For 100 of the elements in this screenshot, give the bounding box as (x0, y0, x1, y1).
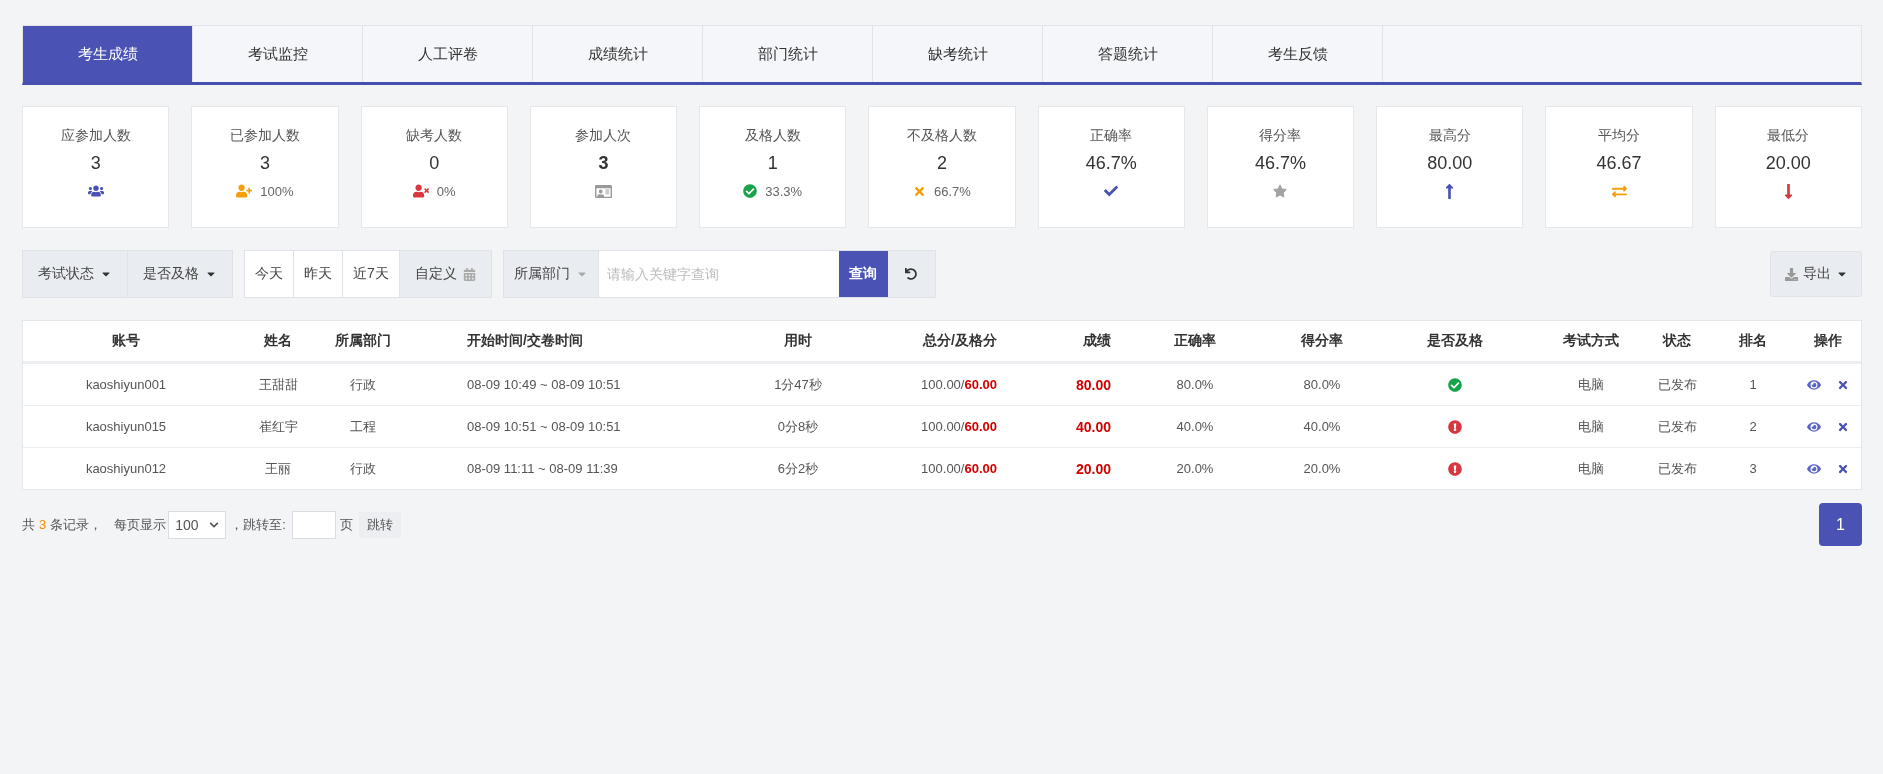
filter-dropdown[interactable]: 考试状态 (23, 251, 128, 297)
table-cell-text: 已发布 (1656, 459, 1698, 478)
chevron-icon (209, 519, 220, 530)
column-header: 是否及格 (1426, 331, 1484, 350)
stat-label: 及格人数 (744, 127, 801, 145)
table-cell-text: 6分2秒 (776, 459, 820, 478)
table-cell-text: 王丽 (264, 459, 292, 478)
user-plus-icon (236, 183, 253, 199)
table-cell-text: kaoshiyun012 (84, 460, 168, 478)
column-header: 账号 (111, 331, 141, 350)
tab[interactable]: 考试监控 (193, 26, 363, 82)
table-cell-text: 已发布 (1656, 375, 1698, 394)
stat-label: 不及格人数 (906, 127, 977, 145)
record-count: 3 (39, 517, 47, 532)
table-cell-text: 工程 (349, 417, 377, 436)
delete-icon[interactable] (1837, 420, 1849, 433)
tab[interactable]: 答题统计 (1043, 26, 1213, 82)
table-cell-text: 80.0% (1302, 376, 1342, 394)
page-button[interactable]: 1 (1819, 503, 1862, 546)
page-size-select[interactable]: 100 (168, 510, 227, 539)
table-cell-text: 电脑 (1577, 417, 1605, 436)
cross-icon (913, 184, 926, 198)
table-cell-text: 0分8秒 (776, 417, 820, 436)
stat-label: 最低分 (1767, 127, 1810, 145)
date-button[interactable]: 近7天 (343, 251, 400, 297)
column-header: 总分/及格分 (921, 331, 998, 350)
custom-date-button[interactable]: 自定义 (399, 251, 491, 297)
stat-label: 最高分 (1428, 127, 1471, 145)
table-cell-text: 1 (1748, 376, 1758, 394)
table-cell-text: 已发布 (1656, 417, 1698, 436)
stat-value: 46.7% (1085, 153, 1137, 174)
column-header: 得分率 (1300, 331, 1344, 350)
table-cell-text: 崔红宇 (257, 417, 299, 436)
jump-button[interactable]: 跳转 (358, 511, 401, 538)
export-button[interactable]: 导出 (1770, 251, 1862, 297)
table-cell-text: 08-09 10:51 ~ 08-09 10:51 (466, 418, 622, 436)
footer-text: 条记录， (50, 515, 103, 534)
stat-value: 20.00 (1765, 153, 1811, 174)
stat-label: 平均分 (1598, 127, 1640, 145)
column-header: 用时 (783, 331, 813, 350)
tab[interactable]: 部门统计 (703, 26, 873, 82)
table-cell-text: 电脑 (1577, 375, 1605, 394)
group-icon (87, 183, 104, 199)
tab[interactable]: 人工评卷 (363, 26, 533, 82)
table-cell-text: 08-09 10:49 ~ 08-09 10:51 (466, 376, 622, 394)
table-cell-text: 20.0% (1175, 460, 1215, 478)
table-cell-text: 2 (1748, 418, 1758, 436)
stat-value: 3 (90, 153, 101, 174)
stat-percent: 33.3% (765, 183, 803, 199)
column-header: 考试方式 (1562, 331, 1620, 350)
date-button[interactable]: 昨天 (294, 251, 343, 297)
page-input[interactable] (291, 510, 336, 539)
table-cell-text: 行政 (349, 459, 377, 478)
stat-value: 46.7% (1254, 153, 1306, 174)
table-cell-text: 3 (1748, 460, 1758, 478)
table-cell-text: 1分47秒 (773, 375, 823, 394)
table-cell-text: 08-09 11:11 ~ 08-09 11:39 (466, 460, 619, 478)
view-icon[interactable] (1807, 377, 1821, 392)
column-header: 姓名 (263, 331, 293, 350)
stat-value: 1 (767, 153, 778, 174)
column-header: 正确率 (1173, 331, 1217, 350)
table-cell-text: 行政 (349, 375, 377, 394)
footer-text: 每页显示 (114, 515, 167, 534)
tab[interactable]: 缺考统计 (873, 26, 1043, 82)
table-cell-text: 电脑 (1577, 459, 1605, 478)
column-header: 成绩 (1082, 331, 1112, 350)
stat-label: 已参加人数 (229, 127, 300, 145)
table-cell-text: 20.0% (1302, 460, 1342, 478)
stat-value: 3 (259, 153, 270, 174)
column-header: 所属部门 (334, 331, 392, 350)
stat-value: 80.00 (1427, 153, 1473, 174)
delete-icon[interactable] (1837, 462, 1849, 475)
stat-label: 参加人次 (575, 127, 632, 145)
table-cell-text: 20.00 (1074, 459, 1112, 479)
footer-text: ，跳转至: (230, 515, 286, 534)
view-icon[interactable] (1807, 419, 1821, 434)
id-card-icon (594, 182, 612, 200)
stat-value: 46.67 (1596, 153, 1642, 174)
calendar-icon (462, 267, 476, 281)
table-cell-text: 100.00/60.00 (920, 418, 998, 436)
view-icon[interactable] (1807, 461, 1821, 476)
footer-text: 页 (339, 515, 353, 534)
stat-label: 得分率 (1259, 127, 1302, 145)
stat-percent: 100% (260, 183, 294, 199)
table-cell-text: 王甜甜 (257, 375, 299, 394)
table-cell-text: kaoshiyun015 (84, 418, 168, 436)
tab[interactable]: 考生成绩 (23, 26, 193, 82)
tab[interactable]: 考生反馈 (1213, 26, 1383, 82)
stat-label: 应参加人数 (60, 127, 131, 145)
tab[interactable]: 成绩统计 (533, 26, 703, 82)
table-cell-text: 100.00/60.00 (920, 460, 998, 478)
delete-icon[interactable] (1837, 378, 1849, 391)
date-button[interactable]: 今天 (245, 251, 294, 297)
table-cell-text: 40.00 (1074, 417, 1112, 437)
user-remove-icon (412, 183, 429, 199)
table-cell-text: 80.00 (1074, 375, 1112, 395)
filter-dropdown[interactable]: 是否及格 (128, 251, 232, 297)
table-cell-text: 40.0% (1302, 418, 1342, 436)
stat-percent: 0% (436, 183, 456, 199)
table-cell-text: 80.0% (1175, 376, 1215, 394)
